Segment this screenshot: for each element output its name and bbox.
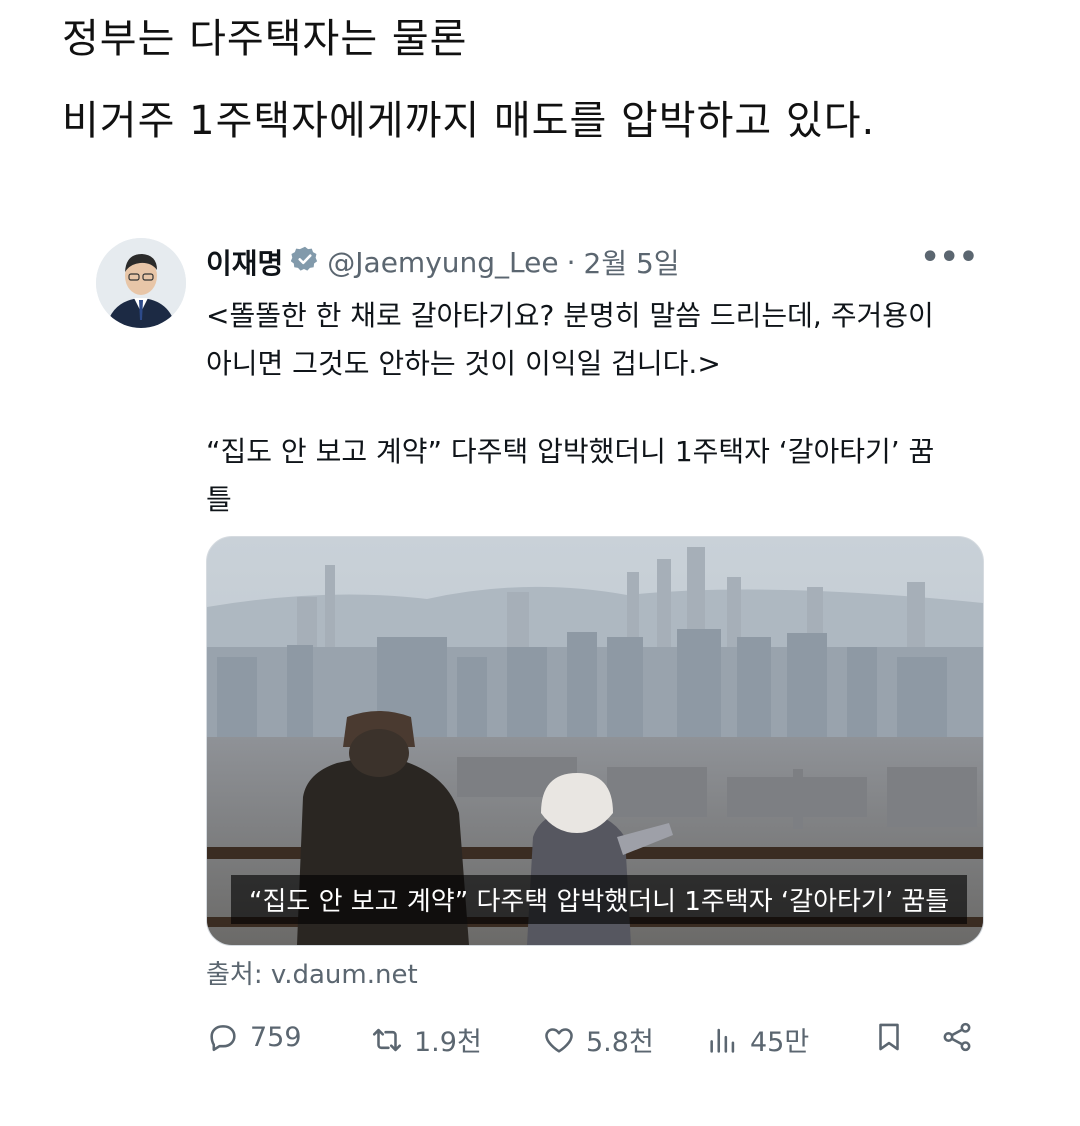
retweet-icon [370,1023,404,1057]
caption-line-1: 정부는 다주택자는 물론 [62,16,468,62]
tweet-actions: 759 1.9천 5.8천 45만 [206,1020,986,1064]
like-button[interactable]: 5.8천 [542,1020,654,1059]
retweet-count: 1.9천 [414,1027,482,1058]
tweet-text-line: 아니면 그것도 안하는 것이 이익일 겁니다.> [206,347,721,380]
link-card[interactable]: “집도 안 보고 계약” 다주택 압박했더니 1주택자 ‘갈아타기’ 꿈틀 [206,536,984,946]
share-button[interactable] [940,1020,974,1054]
bookmark-button[interactable] [872,1020,906,1054]
tweet-text-line: <똘똘한 한 채로 갈아타기요? 분명히 말씀 드리는데, 주거용이 [206,299,934,332]
heart-icon [542,1023,576,1057]
tweet-text: <똘똘한 한 채로 갈아타기요? 분명히 말씀 드리는데, 주거용이 아니면 그… [206,292,986,524]
share-icon [940,1020,974,1054]
views-icon [706,1023,740,1057]
reply-button[interactable]: 759 [206,1020,302,1054]
reply-icon [206,1020,240,1054]
reply-count: 759 [250,1021,302,1053]
bookmark-icon [872,1020,906,1054]
card-title: “집도 안 보고 계약” 다주택 압박했더니 1주택자 ‘갈아타기’ 꿈틀 [231,875,968,924]
views-count: 45만 [750,1027,810,1058]
tweet: 이재명 @Jaemyung_Lee · 2월 5일 ••• <똘똘한 한 채로 … [96,238,986,1078]
link-source[interactable]: 출처: v.daum.net [206,954,418,991]
retweet-button[interactable]: 1.9천 [370,1020,482,1059]
more-options-icon[interactable]: ••• [920,240,978,275]
avatar[interactable] [96,238,186,328]
quoted-headline-line: 틀 [206,483,232,516]
tweet-header: 이재명 @Jaemyung_Lee · 2월 5일 [206,242,680,282]
separator-dot: · [566,245,576,279]
author-name[interactable]: 이재명 [206,242,283,282]
verified-badge-icon [291,245,319,280]
quoted-headline-line: “집도 안 보고 계약” 다주택 압박했더니 1주택자 ‘갈아타기’ 꿈 [206,435,935,468]
views-button[interactable]: 45만 [706,1020,809,1059]
caption-line-2: 비거주 1주택자에게까지 매도를 압박하고 있다. [62,98,876,144]
author-handle[interactable]: @Jaemyung_Lee [327,246,558,279]
tweet-date[interactable]: 2월 5일 [584,242,680,282]
like-count: 5.8천 [586,1027,654,1058]
